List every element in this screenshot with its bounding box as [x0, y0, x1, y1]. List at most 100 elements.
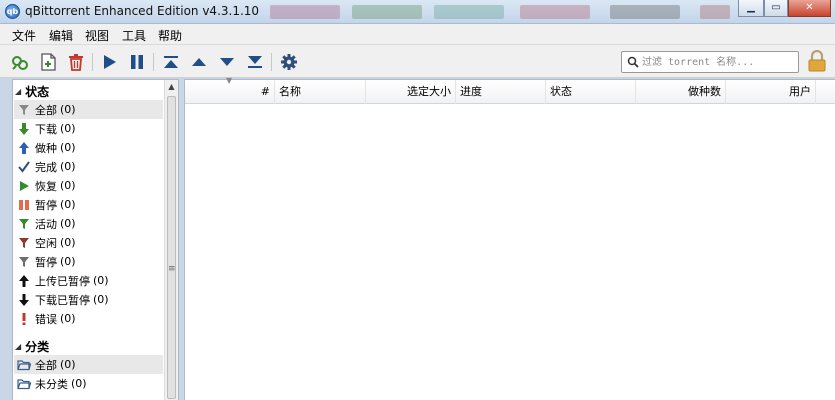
increase-priority-button[interactable] [188, 51, 210, 73]
options-button[interactable] [278, 51, 300, 73]
background-tab-ghost [352, 5, 422, 19]
status-item-label: 暂停 [35, 198, 57, 212]
table-header: ▼ # 名称 选定大小 进度 状态 做种数 用户 [185, 76, 835, 104]
torrent-list[interactable]: ▼ # 名称 选定大小 进度 状态 做种数 用户 [184, 76, 835, 400]
window-title: qBittorrent Enhanced Edition v4.3.1.10 [25, 4, 260, 18]
arrow-down-icon [15, 122, 33, 135]
status-item-completed[interactable]: 完成 (0) [14, 157, 163, 176]
decrease-priority-icon [220, 58, 234, 66]
status-item-resumed[interactable]: 恢复 (0) [14, 176, 163, 195]
menu-bar: 文件 编辑 视图 工具 帮助 [0, 24, 835, 45]
status-item-count: (0) [60, 312, 76, 325]
sidebar-splitter[interactable]: ≡ [163, 79, 182, 400]
filter-gray-icon [15, 256, 33, 268]
status-item-upload-paused[interactable]: 上传已暂停 (0) [14, 271, 163, 290]
column-header-name[interactable]: 名称 [275, 80, 366, 104]
torrent-filter-search[interactable] [621, 51, 799, 73]
menu-help[interactable]: 帮助 [158, 27, 182, 44]
menu-view[interactable]: 视图 [85, 27, 109, 44]
status-item-inactive[interactable]: 空闲 (0) [14, 233, 163, 252]
delete-torrent-button[interactable] [65, 51, 87, 73]
category-item-uncategorized[interactable]: 未分类 (0) [14, 374, 163, 393]
background-tab-ghost [700, 5, 730, 19]
add-file-icon [41, 53, 56, 71]
filter-sidebar: ◢ 状态 全部 (0) 下载 (0) 做种 (0) 完成 (0) 恢复 (0) [12, 79, 179, 400]
minimize-button[interactable]: ▁ [738, 0, 764, 17]
status-item-label: 错误 [35, 312, 57, 326]
filter-icon [15, 104, 33, 116]
close-icon: ✕ [805, 2, 814, 13]
top-priority-button[interactable] [160, 51, 182, 73]
status-item-label: 完成 [35, 160, 57, 174]
status-item-paused[interactable]: 暂停 (0) [14, 195, 163, 214]
status-item-download-paused[interactable]: 下载已暂停 (0) [14, 290, 163, 309]
column-header-status[interactable]: 状态 [546, 80, 636, 104]
category-item-count: (0) [60, 358, 76, 371]
decrease-priority-button[interactable] [216, 51, 238, 73]
menu-file[interactable]: 文件 [12, 27, 36, 44]
menu-tools[interactable]: 工具 [122, 27, 146, 44]
category-header-label: 分类 [25, 340, 50, 354]
toolbar [0, 45, 835, 78]
status-item-label: 做种 [35, 141, 57, 155]
status-item-stalled[interactable]: 暂停 (0) [14, 252, 163, 271]
pause-button[interactable] [126, 51, 148, 73]
search-input[interactable] [642, 54, 794, 70]
splitter-grip-icon: ≡ [168, 264, 176, 274]
column-header-seeds[interactable]: 做种数 [636, 80, 726, 104]
top-priority-icon [164, 56, 178, 68]
arrow-up-black-icon [15, 274, 33, 287]
status-item-all[interactable]: 全部 (0) [14, 100, 163, 119]
add-torrent-file-button[interactable] [37, 51, 59, 73]
status-item-errored[interactable]: 错误 (0) [14, 309, 163, 328]
category-item-count: (0) [71, 377, 87, 390]
status-item-seeding[interactable]: 做种 (0) [14, 138, 163, 157]
background-tab-ghost [610, 5, 680, 19]
filter-green-icon [15, 218, 33, 230]
column-header-selected-size[interactable]: 选定大小 [366, 80, 456, 104]
close-button[interactable]: ✕ [788, 0, 831, 17]
resume-icon [104, 55, 116, 69]
bottom-priority-button[interactable] [244, 51, 266, 73]
checkmark-icon [15, 160, 33, 173]
lock-icon [808, 50, 826, 72]
category-section-header[interactable]: ◢ 分类 [15, 338, 49, 355]
status-item-label: 空闲 [35, 236, 57, 250]
options-gear-icon [281, 54, 297, 70]
category-item-all[interactable]: 全部 (0) [14, 355, 163, 374]
add-torrent-icon [12, 56, 28, 70]
qbittorrent-logo-icon: qb [5, 4, 20, 19]
status-item-label: 下载已暂停 [35, 293, 90, 307]
maximize-button[interactable]: ▭ [764, 0, 788, 17]
toolbar-separator [271, 53, 272, 71]
collapse-triangle-icon: ◢ [15, 342, 22, 351]
category-item-label: 全部 [35, 358, 57, 372]
status-section-header[interactable]: ◢ 状态 [15, 83, 49, 100]
status-item-label: 全部 [35, 103, 57, 117]
status-item-label: 活动 [35, 217, 57, 231]
status-item-count: (0) [60, 179, 76, 192]
column-header-peers[interactable]: 用户 [726, 80, 816, 104]
add-torrent-link-button[interactable] [9, 51, 31, 73]
status-item-label: 上传已暂停 [35, 274, 90, 288]
toolbar-separator [92, 53, 93, 71]
status-item-count: (0) [60, 217, 76, 230]
increase-priority-icon [192, 58, 206, 66]
menu-edit[interactable]: 编辑 [49, 27, 73, 44]
status-item-count: (0) [60, 122, 76, 135]
background-tab-ghost [270, 5, 340, 19]
status-item-downloading[interactable]: 下载 (0) [14, 119, 163, 138]
minimize-icon: ▁ [747, 2, 755, 13]
pause-icon [131, 55, 143, 69]
lock-button[interactable] [806, 50, 828, 72]
filter-red-icon [15, 237, 33, 249]
status-item-active[interactable]: 活动 (0) [14, 214, 163, 233]
search-icon [627, 56, 639, 68]
category-item-label: 未分类 [35, 377, 68, 391]
maximize-icon: ▭ [771, 2, 781, 13]
background-tab-ghost [434, 5, 504, 19]
play-icon [15, 180, 33, 192]
column-header-number[interactable]: # [185, 80, 275, 104]
column-header-progress[interactable]: 进度 [456, 80, 546, 104]
resume-button[interactable] [98, 51, 120, 73]
